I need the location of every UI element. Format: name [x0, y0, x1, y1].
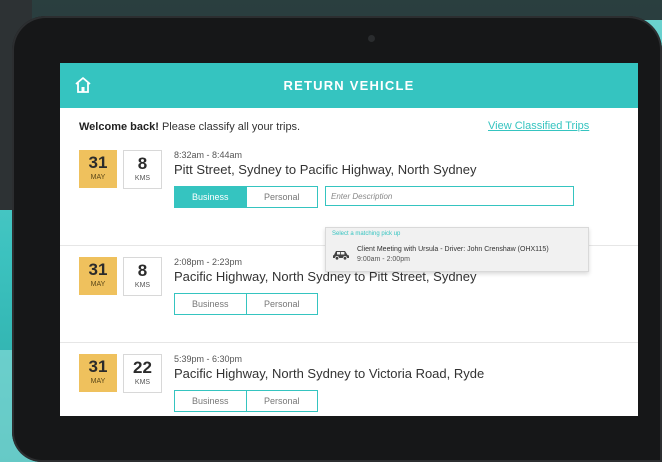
personal-button[interactable]: Personal: [245, 391, 318, 411]
date-month: MAY: [90, 281, 106, 288]
distance-unit: KMS: [134, 282, 151, 289]
classification-toggle: Business Personal: [174, 390, 318, 412]
suggestion-title: Client Meeting with Ursula - Driver: Joh…: [357, 246, 549, 253]
trip-time: 5:39pm - 6:30pm: [174, 354, 243, 364]
view-classified-trips-link[interactable]: View Classified Trips: [488, 120, 589, 132]
page-title: RETURN VEHICLE: [283, 78, 415, 93]
tablet-frame: RETURN VEHICLE Welcome back! Please clas…: [12, 16, 662, 462]
distance-value: 8: [137, 154, 148, 173]
business-button[interactable]: Business: [175, 391, 246, 411]
distance-value: 22: [133, 358, 152, 377]
trip-time: 8:32am - 8:44am: [174, 150, 243, 160]
personal-button[interactable]: Personal: [245, 294, 318, 314]
welcome-message: Please classify all your trips.: [161, 121, 301, 133]
camera-dot: [368, 35, 375, 42]
business-button[interactable]: Business: [175, 294, 246, 314]
header-bar: RETURN VEHICLE: [60, 63, 638, 108]
distance-badge: 8 KMS: [123, 257, 162, 296]
date-badge: 31 MAY: [79, 354, 117, 392]
distance-unit: KMS: [134, 379, 151, 386]
welcome-bold: Welcome back!: [79, 121, 159, 133]
distance-badge: 8 KMS: [123, 150, 162, 189]
description-input[interactable]: Enter Description: [325, 186, 574, 206]
date-month: MAY: [90, 174, 106, 181]
app-screen: RETURN VEHICLE Welcome back! Please clas…: [60, 63, 638, 416]
distance-value: 8: [137, 261, 148, 280]
distance-badge: 22 KMS: [123, 354, 162, 393]
date-badge: 31 MAY: [79, 257, 117, 295]
dropdown-hint: Select a matching pick up: [332, 231, 401, 237]
trip-route: Pitt Street, Sydney to Pacific Highway, …: [174, 162, 477, 177]
date-badge: 31 MAY: [79, 150, 117, 188]
date-day: 31: [88, 260, 108, 279]
date-day: 31: [88, 153, 108, 172]
suggestion-time: 9:00am - 2:00pm: [357, 256, 410, 263]
pickup-suggestion-dropdown[interactable]: Select a matching pick up Client Meeting…: [325, 227, 589, 272]
classification-toggle: Business Personal: [174, 293, 318, 315]
business-button[interactable]: Business: [175, 187, 246, 207]
trip-route: Pacific Highway, North Sydney to Victori…: [174, 366, 485, 381]
classification-toggle: Business Personal: [174, 186, 318, 208]
distance-unit: KMS: [134, 175, 151, 182]
divider: [60, 342, 638, 343]
welcome-text: Welcome back! Please classify all your t…: [79, 121, 300, 133]
car-icon: [333, 251, 349, 260]
date-day: 31: [88, 357, 108, 376]
trip-time: 2:08pm - 2:23pm: [174, 257, 243, 267]
personal-button[interactable]: Personal: [245, 187, 318, 207]
date-month: MAY: [90, 378, 106, 385]
